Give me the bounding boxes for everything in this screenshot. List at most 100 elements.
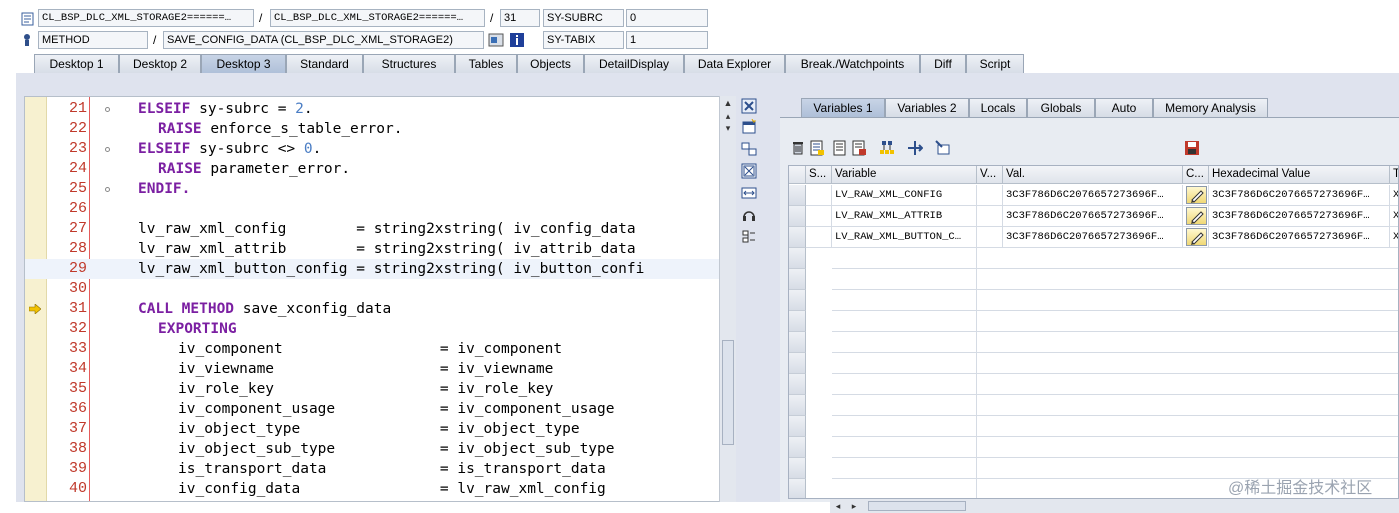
table-cell[interactable] xyxy=(977,185,1003,206)
tab-breakpoints[interactable]: Break./Watchpoints xyxy=(785,54,920,74)
row-selector[interactable] xyxy=(789,248,806,269)
var-name-field-1[interactable]: SY-SUBRC xyxy=(543,9,624,27)
scroll-thumb[interactable] xyxy=(722,340,734,445)
delete-icon[interactable] xyxy=(790,140,806,156)
scroll-up-icon[interactable]: ▲ xyxy=(722,97,734,109)
table-cell-change[interactable] xyxy=(1183,185,1209,206)
code-line[interactable]: 25 ENDIF. xyxy=(25,179,735,199)
tab-desktop-1[interactable]: Desktop 1 xyxy=(34,54,119,74)
column-header-value[interactable]: Val. xyxy=(1003,166,1183,184)
row-selector-header[interactable] xyxy=(789,166,806,184)
tab-objects[interactable]: Objects xyxy=(517,54,584,74)
display-source-icon[interactable] xyxy=(488,32,504,48)
include-field[interactable]: CL_BSP_DLC_XML_STORAGE2======… xyxy=(270,9,485,27)
row-selector[interactable] xyxy=(789,416,806,437)
table-cell[interactable] xyxy=(977,332,1398,353)
table-cell[interactable] xyxy=(977,353,1398,374)
table-cell[interactable] xyxy=(977,437,1398,458)
scroll-up-icon[interactable]: ▴ xyxy=(722,110,734,122)
table-cell[interactable] xyxy=(832,479,977,498)
var-value-field-2[interactable]: 1 xyxy=(626,31,708,49)
column-header-type[interactable]: T xyxy=(1390,166,1398,184)
table-cell-hex[interactable]: 3C3F786D6C2076657273696F… xyxy=(1209,185,1390,206)
table-cell[interactable] xyxy=(977,374,1398,395)
tab-auto[interactable]: Auto xyxy=(1095,98,1153,117)
tool-config-icon[interactable] xyxy=(741,229,757,245)
tab-data-explorer[interactable]: Data Explorer xyxy=(684,54,785,74)
tab-desktop-2[interactable]: Desktop 2 xyxy=(119,54,201,74)
tab-desktop-3[interactable]: Desktop 3 xyxy=(201,54,286,74)
row-selector[interactable] xyxy=(789,227,806,248)
scroll-down-icon[interactable]: ▾ xyxy=(722,122,734,134)
code-line[interactable]: 28 lv_raw_xml_attrib = string2xstring( i… xyxy=(25,239,735,259)
table-cell-type[interactable]: X xyxy=(1390,185,1398,206)
tab-structures[interactable]: Structures xyxy=(363,54,455,74)
tab-globals[interactable]: Globals xyxy=(1027,98,1095,117)
table-cell[interactable] xyxy=(977,227,1003,248)
program-field[interactable]: CL_BSP_DLC_XML_STORAGE2======… xyxy=(38,9,254,27)
column-header-variable[interactable]: Variable xyxy=(832,166,977,184)
save-icon[interactable] xyxy=(1184,140,1200,156)
table-cell[interactable] xyxy=(977,290,1398,311)
row-selector[interactable] xyxy=(789,479,806,498)
table-cell[interactable] xyxy=(832,248,977,269)
headset-icon[interactable] xyxy=(741,207,757,223)
table-cell[interactable] xyxy=(832,290,977,311)
new-window-icon[interactable] xyxy=(741,119,757,135)
table-cell-change[interactable] xyxy=(1183,206,1209,227)
pencil-edit-icon[interactable] xyxy=(1186,186,1207,204)
table-cell[interactable] xyxy=(832,353,977,374)
row-selector[interactable] xyxy=(789,458,806,479)
select-icon[interactable] xyxy=(935,140,951,156)
code-line[interactable]: 35 iv_role_key = iv_role_key xyxy=(25,379,735,399)
event-type-field[interactable]: METHOD xyxy=(38,31,148,49)
table-cell[interactable] xyxy=(977,395,1398,416)
table-cell-change[interactable] xyxy=(1183,227,1209,248)
tab-standard[interactable]: Standard xyxy=(286,54,363,74)
table-cell[interactable] xyxy=(832,269,977,290)
table-cell[interactable] xyxy=(806,206,832,227)
row-selector[interactable] xyxy=(789,185,806,206)
code-line[interactable]: 40 iv_config_data = lv_raw_xml_config xyxy=(25,479,735,499)
table-cell[interactable] xyxy=(806,227,832,248)
table-cell[interactable] xyxy=(977,416,1398,437)
maximize-icon[interactable] xyxy=(741,163,757,179)
code-line[interactable]: 22 RAISE enforce_s_table_error. xyxy=(25,119,735,139)
code-line-execution[interactable]: 31 CALL METHOD save_xconfig_data xyxy=(25,299,735,319)
doc-import-icon[interactable] xyxy=(832,140,848,156)
row-selector[interactable] xyxy=(789,206,806,227)
code-line[interactable]: 39 is_transport_data = is_transport_data xyxy=(25,459,735,479)
hierarchy-icon[interactable] xyxy=(879,140,895,156)
table-cell[interactable] xyxy=(832,332,977,353)
pencil-edit-icon[interactable] xyxy=(1186,228,1207,246)
list-icon[interactable] xyxy=(809,140,825,156)
table-cell-type[interactable]: X xyxy=(1390,227,1398,248)
table-cell[interactable] xyxy=(832,374,977,395)
source-code-editor[interactable]: 21 ELSEIF sy-subrc = 2. 22 RAISE enforce… xyxy=(24,96,736,502)
tab-locals[interactable]: Locals xyxy=(969,98,1027,117)
line-field[interactable]: 31 xyxy=(500,9,540,27)
code-line[interactable]: 38 iv_object_sub_type = iv_object_sub_ty… xyxy=(25,439,735,459)
tab-variables-1[interactable]: Variables 1 xyxy=(801,98,885,117)
column-header-change[interactable]: C... xyxy=(1183,166,1209,184)
table-cell-variable[interactable]: LV_RAW_XML_ATTRIB xyxy=(832,206,977,227)
table-cell[interactable] xyxy=(832,395,977,416)
tab-memory-analysis[interactable]: Memory Analysis xyxy=(1153,98,1268,117)
row-selector[interactable] xyxy=(789,311,806,332)
code-line[interactable]: 30 xyxy=(25,279,735,299)
code-line[interactable]: 23 ELSEIF sy-subrc <> 0. xyxy=(25,139,735,159)
code-line[interactable]: 21 ELSEIF sy-subrc = 2. xyxy=(25,99,735,119)
column-header-v[interactable]: V... xyxy=(977,166,1003,184)
table-cell[interactable] xyxy=(977,206,1003,227)
grid-horizontal-scrollbar[interactable]: ◂ ▸ xyxy=(830,499,1399,513)
row-selector[interactable] xyxy=(789,374,806,395)
table-cell-hex[interactable]: 3C3F786D6C2076657273696F… xyxy=(1209,206,1390,227)
editor-vertical-scrollbar[interactable]: ▲ ▴ ▾ xyxy=(719,96,736,502)
tab-diff[interactable]: Diff xyxy=(920,54,966,74)
column-header-hex[interactable]: Hexadecimal Value xyxy=(1209,166,1390,184)
table-cell-variable[interactable]: LV_RAW_XML_BUTTON_C… xyxy=(832,227,977,248)
split-view-icon[interactable] xyxy=(741,141,757,157)
close-icon[interactable] xyxy=(741,98,757,114)
var-value-field-1[interactable]: 0 xyxy=(626,9,708,27)
code-line[interactable]: 36 iv_component_usage = iv_component_usa… xyxy=(25,399,735,419)
